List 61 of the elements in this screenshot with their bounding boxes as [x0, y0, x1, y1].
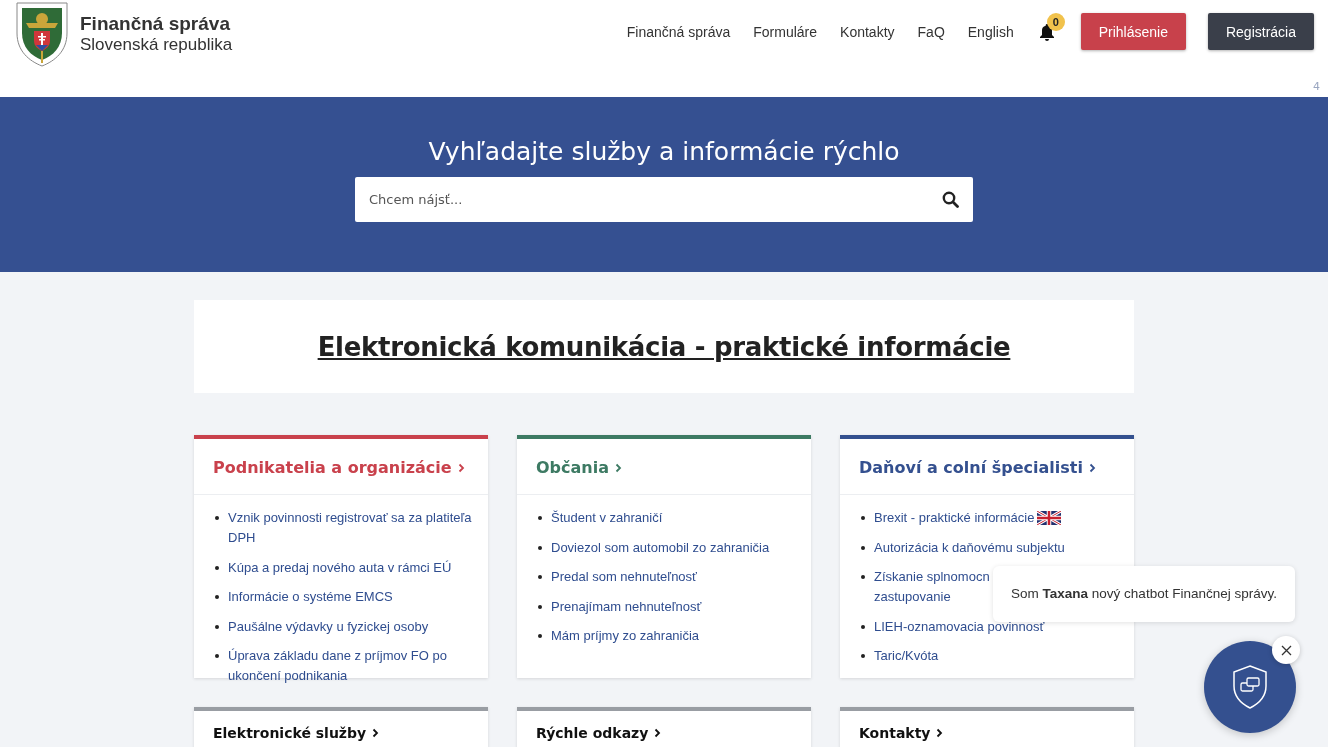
- bullet-icon: [538, 575, 542, 579]
- card-link[interactable]: Prenajímam nehnuteľnosť: [551, 596, 702, 617]
- search-icon[interactable]: [942, 191, 959, 208]
- card-title[interactable]: Kontakty: [859, 725, 931, 741]
- chevron-icon[interactable]: [1088, 462, 1096, 473]
- card-link[interactable]: Kúpa a predaj nového auta v rámci EÚ: [228, 557, 452, 578]
- nav-link[interactable]: English: [967, 23, 1014, 40]
- bullet-icon: [215, 624, 219, 629]
- brand-title: Finančná správa: [80, 12, 231, 35]
- card-title[interactable]: Občania: [536, 458, 609, 477]
- chevron-icon[interactable]: [654, 728, 662, 738]
- bullet-icon: [861, 545, 865, 550]
- register-button[interactable]: Registrácia: [1207, 13, 1314, 50]
- login-button[interactable]: Prihlásenie: [1080, 13, 1186, 50]
- bullet-icon: [538, 516, 542, 520]
- chevron-icon[interactable]: [936, 728, 944, 738]
- nav-link[interactable]: Kontakty: [840, 23, 895, 40]
- nav-link[interactable]: FaQ: [917, 23, 945, 40]
- card-link[interactable]: Brexit - praktické informácie: [874, 508, 1035, 528]
- chatbot-tooltip: Som Taxana nový chatbot Finančnej správy.: [993, 566, 1295, 622]
- bullet-icon: [861, 624, 865, 629]
- hero-title: Vyhľadajte služby a informácie rýchlo: [428, 137, 900, 166]
- chatbot-button[interactable]: [1204, 641, 1296, 733]
- card-title[interactable]: Elektronické služby: [213, 725, 367, 741]
- card-link[interactable]: Predal som nehnuteľnosť: [551, 567, 697, 587]
- banner-link[interactable]: Elektronická komunikácia - praktické informácie: [317, 331, 1011, 362]
- bullet-icon: [215, 516, 219, 520]
- search-field[interactable]: Chcem nájsť...: [355, 177, 973, 222]
- bullet-icon: [538, 545, 542, 550]
- card-title[interactable]: Rýchle odkazy: [536, 725, 649, 741]
- bullet-icon: [861, 575, 865, 579]
- bullet-icon: [538, 634, 542, 638]
- bullet-icon: [215, 565, 219, 570]
- chevron-icon[interactable]: [372, 728, 380, 738]
- notification-badge: 0: [1046, 12, 1065, 31]
- bullet-icon: [215, 595, 219, 599]
- bullet-icon: [538, 604, 542, 609]
- bullet-icon: [861, 516, 865, 520]
- bullet-icon: [861, 654, 865, 658]
- card-link[interactable]: Úprava základu dane z príjmov FO po ukončení podnikania: [228, 646, 474, 686]
- shield-chat-icon: [1231, 664, 1269, 710]
- close-button[interactable]: [1272, 636, 1300, 664]
- card-link[interactable]: Autorizácia k daňovému subjektu: [874, 537, 1065, 558]
- bell-icon[interactable]: [1038, 22, 1055, 41]
- close-icon: [1280, 644, 1292, 656]
- nav-link[interactable]: Finančná správa: [626, 23, 731, 40]
- card-link[interactable]: Získanie splnomocn: [874, 567, 990, 587]
- card-link[interactable]: Informácie o systéme EMCS: [228, 587, 393, 607]
- nav-link[interactable]: Formuláre: [753, 23, 818, 40]
- card-link[interactable]: Taric/Kvóta: [874, 646, 939, 666]
- corner-mark: 4: [1313, 80, 1320, 93]
- bullet-icon: [215, 654, 219, 658]
- card-link[interactable]: Doviezol som automobil zo zahraničia: [551, 537, 770, 558]
- card-link[interactable]: Vznik povinnosti registrovať sa za platiteľa DPH: [228, 508, 474, 548]
- card-link[interactable]: Študent v zahraničí: [551, 508, 663, 528]
- card-title[interactable]: Daňoví a colní špecialisti: [859, 458, 1083, 477]
- card-link[interactable]: Paušálne výdavky u fyzickej osoby: [228, 616, 429, 637]
- card-link[interactable]: Mám príjmy zo zahraničia: [551, 626, 700, 646]
- brand-subtitle: Slovenská republika: [80, 34, 233, 55]
- card-link[interactable]: zastupovanie: [874, 587, 951, 607]
- card-title[interactable]: Podnikatelia a organizácie: [213, 458, 452, 477]
